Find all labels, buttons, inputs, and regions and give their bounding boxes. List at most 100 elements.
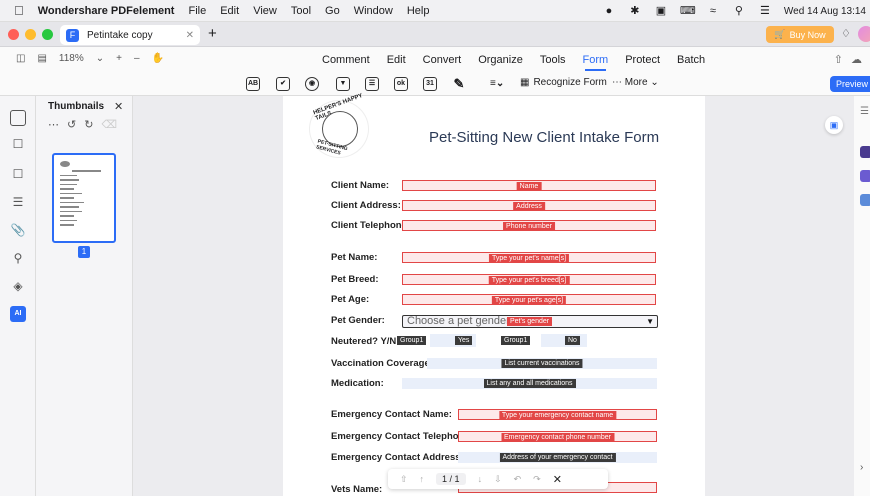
pet-name-field[interactable]: Type your pet's name[s] — [402, 252, 656, 263]
properties-icon[interactable]: ☰ — [860, 106, 870, 118]
spotlight-icon[interactable]: ⚲ — [732, 5, 746, 17]
pet-breed-label: Pet Breed: — [331, 274, 379, 285]
menu-tool[interactable]: Tool — [291, 5, 311, 17]
prev-page-icon[interactable]: ↑ — [420, 474, 425, 484]
buy-now-button[interactable]: 🛒 Buy Now — [766, 26, 834, 43]
radio-group1-yes[interactable]: Group1 — [397, 336, 427, 345]
tab-organize[interactable]: Organize — [478, 54, 523, 66]
comment-icon[interactable]: ☐ — [10, 136, 26, 152]
hand-tool-icon[interactable]: ✋ — [152, 53, 164, 64]
pet-age-field[interactable]: Type your pet's age[s] — [402, 294, 656, 305]
document-tab[interactable]: F Petintake copy ✕ — [60, 25, 200, 45]
attachment-icon[interactable]: 📎 — [10, 222, 26, 238]
close-tab-icon[interactable]: ✕ — [186, 30, 194, 41]
rotate-left-icon[interactable]: ↺ — [67, 118, 76, 131]
page-indicator[interactable]: 1 / 1 — [436, 473, 466, 485]
undo-icon[interactable]: ↶ — [514, 474, 522, 485]
emergency-name-field[interactable]: Type your emergency contact name — [458, 409, 657, 420]
list-box-tool-icon[interactable]: ☰ — [365, 77, 379, 91]
text-field-tool-icon[interactable]: AB — [246, 77, 260, 91]
chat-icon[interactable] — [860, 146, 870, 158]
next-page-icon[interactable]: ↓ — [478, 474, 483, 484]
close-panel-icon[interactable]: ✕ — [114, 100, 123, 113]
radio-button-tool-icon[interactable]: ◉ — [305, 77, 319, 91]
first-page-icon[interactable]: ⇧ — [400, 474, 408, 485]
apple-icon[interactable]:  — [14, 3, 24, 18]
menu-go[interactable]: Go — [325, 5, 340, 17]
app-menu[interactable]: Wondershare PDFelement — [38, 5, 175, 17]
preview-button[interactable]: Preview — [830, 76, 870, 92]
zoom-out-icon[interactable]: – — [134, 53, 140, 64]
screen-share-icon[interactable]: ● — [602, 5, 616, 17]
menu-window[interactable]: Window — [354, 5, 393, 17]
layout-icon[interactable]: ▤ — [37, 53, 46, 64]
stack-icon[interactable]: ◈ — [10, 278, 26, 294]
tab-convert[interactable]: Convert — [423, 54, 462, 66]
paw-icon[interactable]: ✱ — [628, 5, 642, 17]
client-name-field[interactable]: Name — [402, 180, 656, 191]
last-page-icon[interactable]: ⇩ — [494, 474, 502, 485]
clock[interactable]: Wed 14 Aug 13:14 — [784, 6, 866, 17]
close-icon[interactable]: ✕ — [553, 473, 562, 486]
rotate-right-icon[interactable]: ↻ — [84, 118, 93, 131]
control-center-icon[interactable]: ☰ — [758, 5, 772, 17]
check-app-icon[interactable] — [860, 170, 870, 182]
bookmark-icon[interactable]: ☐ — [10, 166, 26, 182]
ai-assistant-icon[interactable]: ▣ — [825, 116, 843, 134]
redo-icon[interactable]: ↷ — [533, 474, 541, 485]
cloud-icon[interactable]: ☁ — [851, 53, 862, 66]
more-button[interactable]: ⋯ More ⌄ — [612, 77, 659, 88]
zoom-window-icon[interactable] — [42, 28, 53, 40]
signature-tool-icon[interactable]: ✎ — [452, 77, 466, 91]
pet-breed-field[interactable]: Type your pet's breed[s] — [402, 274, 656, 285]
emergency-telephone-field[interactable]: Emergency contact phone number — [458, 431, 657, 442]
new-tab-icon[interactable]: + — [208, 25, 217, 42]
tab-batch[interactable]: Batch — [677, 54, 705, 66]
pdf-icon[interactable]: ▣ — [654, 5, 668, 17]
delete-icon[interactable]: ⌫ — [101, 118, 117, 131]
checkbox-tool-icon[interactable]: ✔ — [276, 77, 290, 91]
vaccination-field[interactable]: List current vaccinations — [427, 358, 657, 369]
align-icon[interactable]: ≡⌄ — [490, 77, 504, 91]
notification-icon[interactable]: ♢ — [841, 27, 851, 40]
minimize-window-icon[interactable] — [25, 28, 36, 40]
keyboard-icon[interactable]: ⌨ — [680, 5, 696, 17]
tab-tools[interactable]: Tools — [540, 54, 566, 66]
share-icon[interactable]: ⇧ — [834, 53, 843, 66]
chevron-right-icon[interactable]: › — [860, 462, 870, 474]
page-thumbnail[interactable] — [52, 153, 116, 243]
client-telephone-field[interactable]: Phone number — [402, 220, 656, 231]
menu-help[interactable]: Help — [407, 5, 430, 17]
document-canvas: HELPER'S HAPPY TAILS PET-SITTING SERVICE… — [133, 93, 854, 496]
sidebar-toggle-icon[interactable]: ◫ — [16, 53, 25, 64]
wifi-icon[interactable]: ≈ — [706, 5, 720, 17]
thumbnails-icon[interactable] — [10, 110, 26, 126]
search-icon[interactable]: ⚲ — [10, 250, 26, 266]
avatar[interactable] — [858, 26, 870, 42]
tab-form[interactable]: Form — [583, 54, 608, 71]
combo-box-tool-icon[interactable]: ▼ — [336, 77, 350, 91]
chevron-down-icon[interactable]: ⌄ — [96, 53, 104, 64]
recognize-form-button[interactable]: ▦ Recognize Form — [520, 77, 607, 88]
tab-edit[interactable]: Edit — [387, 54, 406, 66]
options-icon[interactable]: ⋯ — [48, 118, 59, 131]
emergency-address-field[interactable]: Address of your emergency contact — [458, 452, 657, 463]
menu-file[interactable]: File — [188, 5, 206, 17]
close-window-icon[interactable] — [8, 28, 19, 40]
radio-group1-no[interactable]: Group1 — [501, 336, 531, 345]
date-field-tool-icon[interactable]: 31 — [423, 77, 437, 91]
zoom-level[interactable]: 118% — [59, 53, 84, 64]
tab-protect[interactable]: Protect — [625, 54, 660, 66]
edit-app-icon[interactable] — [860, 194, 870, 206]
ai-icon[interactable]: AI — [10, 306, 26, 322]
menu-edit[interactable]: Edit — [220, 5, 239, 17]
button-tool-icon[interactable]: ok — [394, 77, 408, 91]
client-address-field[interactable]: Address — [402, 200, 656, 211]
medication-field[interactable]: List any and all medications — [402, 378, 657, 389]
radio-no-box[interactable] — [541, 334, 587, 347]
tab-comment[interactable]: Comment — [322, 54, 370, 66]
layers-icon[interactable]: ☰ — [10, 194, 26, 210]
pet-gender-select[interactable]: Choose a pet gender Pet's gender ▼ — [402, 315, 658, 328]
menu-view[interactable]: View — [253, 5, 277, 17]
zoom-in-icon[interactable]: + — [116, 53, 122, 64]
